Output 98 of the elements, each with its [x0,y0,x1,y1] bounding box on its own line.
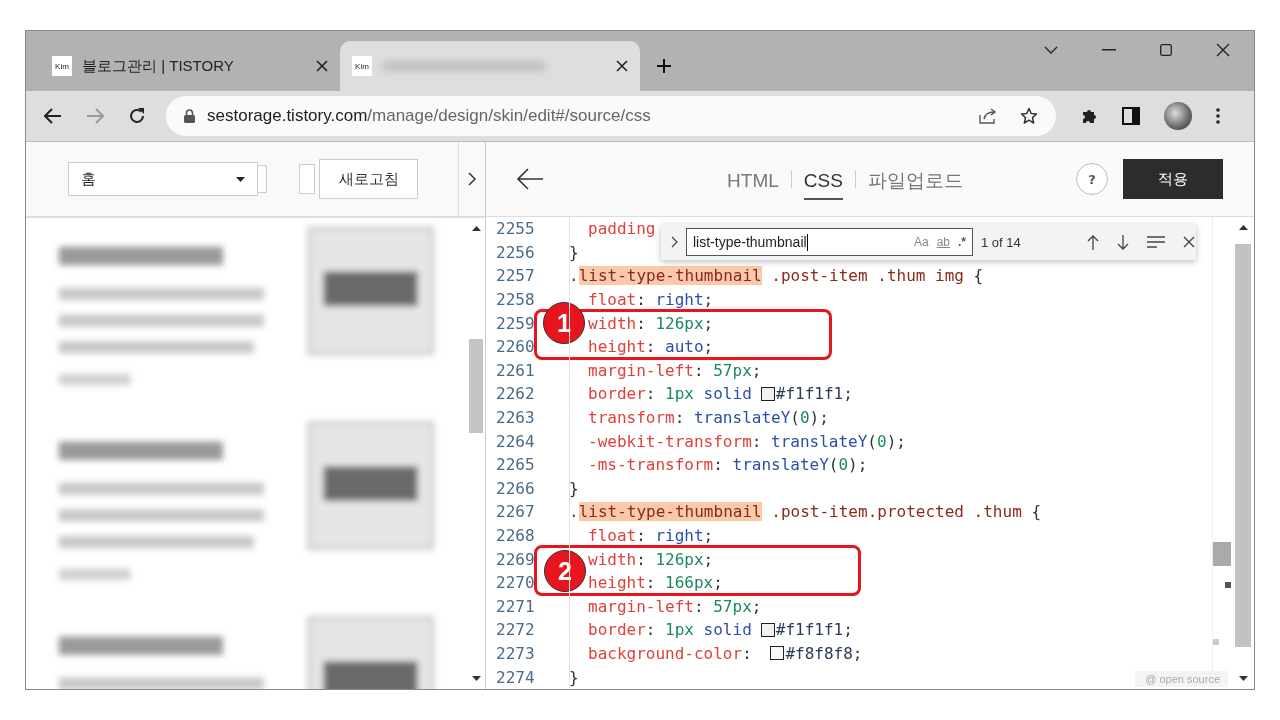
search-match: list-type-thumbnail [578,266,762,286]
code-text: #f1f1f1; [775,620,853,640]
line-number: 2274 [495,667,536,687]
back-arrow-icon[interactable] [516,168,544,190]
code-text: .post-item .thum img { [770,266,984,286]
back-arrow-icon[interactable] [44,108,62,124]
find-option[interactable]: ab [936,235,950,249]
close-icon[interactable] [616,60,628,72]
line-number: 2264 [495,431,536,451]
scrollbar-thumb[interactable] [1235,244,1251,647]
scroll-up-icon[interactable] [471,226,481,231]
scroll-up-icon[interactable] [1238,225,1248,230]
scroll-down-icon[interactable] [1238,676,1248,681]
line-number: 2267 [495,502,536,522]
code-text: -webkit-transform: translateY(0); [588,431,906,451]
scroll-down-icon[interactable] [471,676,481,681]
code-text: #f8f8f8; [785,644,863,663]
code-text: width: 126px; [588,549,714,569]
puzzle-icon[interactable] [1080,107,1098,125]
browser-tab[interactable]: Kim [340,41,640,91]
find-option[interactable]: Aa [913,235,929,249]
code-text: border: 1px solid [588,384,752,404]
line-number: 2259 [495,313,536,333]
chevron-right-icon[interactable] [468,172,476,186]
maximize-icon[interactable] [1160,44,1172,56]
device-toggle[interactable] [299,164,315,194]
line-number: 2265 [495,455,536,475]
refresh-button[interactable]: 새로고침 [319,159,418,199]
code-text: margin-left: 57px; [588,360,762,380]
code-text: height: auto; [588,337,714,357]
find-field[interactable]: list-type-thumbnail Aa ab .* [686,228,973,256]
code-text: } [569,667,579,687]
code-text: height: 166px; [588,573,723,593]
line-number: 2270 [495,573,536,593]
line-number: 2271 [495,596,536,616]
line-number: 2262 [495,384,536,404]
browser-tab[interactable]: Kim 블로그관리 | TISTORY [40,41,340,91]
share-icon[interactable] [978,107,998,125]
code-text: } [569,242,579,262]
code-text: .post-item.protected .thum { [770,502,1042,522]
device-toggle[interactable] [258,165,267,193]
code-text: background-color: [588,644,753,663]
code-text: float: right; [588,290,714,310]
reload-icon[interactable] [128,107,146,125]
url-host: sestorage.tistory.com [207,106,368,125]
line-number: 2256 [495,242,536,262]
code-text: padding [588,219,656,239]
code-text: float: right; [588,526,714,545]
match-count: 1 of 14 [981,234,1022,250]
arrow-down-icon[interactable] [1117,234,1129,250]
lock-icon [184,109,195,123]
code-text: transform: translateY(0); [588,408,829,428]
code-text: -ms-transform: translateY(0); [588,455,868,475]
favicon-icon: Kim [352,56,372,76]
page-select[interactable]: 홈 [68,162,258,196]
line-number: 2255 [495,219,536,239]
side-panel-icon[interactable] [1122,107,1140,125]
caret-down-icon [236,176,245,182]
new-tab-icon[interactable] [656,58,672,74]
close-icon[interactable] [316,60,328,72]
code-text: width: 126px; [588,313,714,333]
code-text: border: 1px solid [588,620,752,640]
line-number: 2260 [495,337,536,357]
close-icon[interactable] [1216,43,1230,57]
url-path: /manage/design/skin/edit#/source/css [367,106,651,125]
line-number: 2272 [495,620,536,640]
line-number: 2268 [495,526,536,545]
line-number: 2273 [495,644,536,663]
line-number: 2269 [495,549,536,569]
apply-button[interactable]: 적용 [1123,159,1223,199]
line-number: 2257 [495,266,536,286]
line-number: 2266 [495,478,536,498]
code-text: . [569,502,579,522]
address-bar[interactable]: sestorage.tistory.com/manage/design/skin/edit#/source/css [166,96,1056,136]
avatar-icon[interactable] [1164,102,1192,130]
find-option[interactable]: .* [958,235,966,249]
line-number: 2263 [495,408,536,428]
lines-icon[interactable] [1147,236,1165,248]
scrollbar-thumb[interactable] [469,339,483,433]
code-text: } [569,478,579,498]
arrow-up-icon[interactable] [1087,234,1099,250]
line-number: 2261 [495,360,536,380]
editor-tab[interactable]: 파일업로드 [867,156,963,202]
editor-tab[interactable]: CSS [803,158,843,200]
code-text: #f1f1f1; [775,384,853,404]
minimize-icon[interactable] [1102,49,1116,51]
favicon-icon: Kim [52,56,72,76]
line-number: 2258 [495,290,536,310]
help-button[interactable]: ? [1076,163,1108,195]
search-match: list-type-thumbnail [578,502,762,522]
chevron-right-icon[interactable] [671,236,678,248]
code-text: margin-left: 57px; [588,596,762,616]
code-text: . [569,266,579,286]
chevron-down-icon[interactable] [1044,46,1058,54]
editor-tab[interactable]: HTML [727,158,779,200]
star-icon[interactable] [1020,107,1038,125]
more-menu-icon[interactable] [1216,108,1220,124]
close-icon[interactable] [1183,236,1195,248]
